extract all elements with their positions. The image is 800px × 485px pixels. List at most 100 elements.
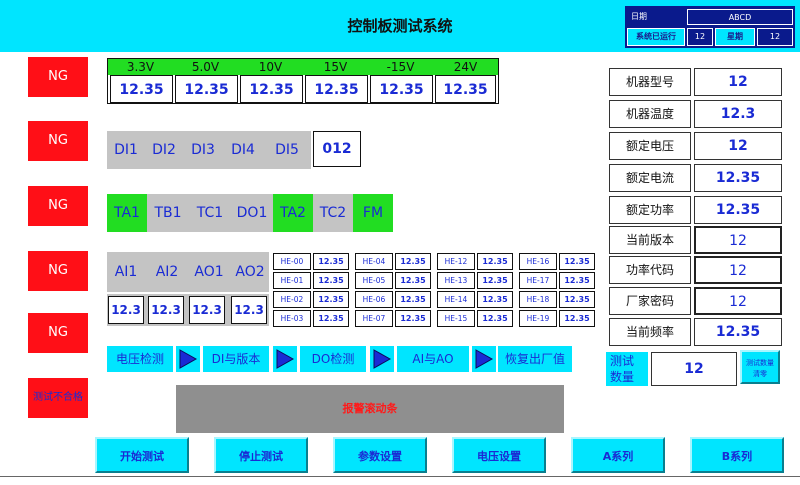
he-value: 12.35: [559, 272, 595, 289]
io-cell: DO1: [231, 194, 273, 232]
di-cell: DI1: [107, 131, 145, 169]
rated-voltage-value: 12: [694, 132, 782, 160]
vendor-password-label: 厂家密码: [609, 287, 691, 315]
ng-voltage-indicator: NG: [28, 57, 88, 97]
he-label: HE-19: [519, 310, 557, 327]
io-cell: TC2: [313, 194, 353, 232]
a-series-button[interactable]: A系列: [571, 437, 665, 473]
clear-count-button[interactable]: 测试数量清零: [740, 350, 780, 384]
runtime-label: 系统已运行: [627, 28, 685, 46]
ai-value: 12.3: [189, 296, 225, 324]
vendor-password-input[interactable]: 12: [694, 287, 782, 315]
bottom-divider: [0, 476, 800, 477]
model-value: 12: [694, 68, 782, 96]
rated-current-value: 12.35: [694, 164, 782, 192]
he-label: HE-03: [273, 310, 311, 327]
io-cell: FM: [353, 194, 393, 232]
di-cell: DI4: [223, 131, 263, 169]
model-label: 机器型号: [609, 68, 691, 96]
he-value: 12.35: [313, 310, 349, 327]
he-label: HE-02: [273, 291, 311, 308]
voltage-header: -15V: [368, 59, 433, 75]
start-test-button[interactable]: 开始测试: [95, 437, 189, 473]
he-label: HE-13: [437, 272, 475, 289]
ng-ai-indicator: NG: [28, 251, 88, 291]
he-label: HE-18: [519, 291, 557, 308]
he-value: 12.35: [559, 253, 595, 270]
he-value: 12.35: [477, 291, 513, 308]
voltage-header: 3.3V: [108, 59, 173, 75]
he-label: HE-16: [519, 253, 557, 270]
power-code-label: 功率代码: [609, 256, 691, 284]
ai-label: AO1: [194, 264, 224, 280]
date-label: 日期: [631, 12, 647, 21]
he-label: HE-07: [355, 310, 393, 327]
frequency-label: 当前频率: [609, 318, 691, 346]
ai-value: 12.3: [108, 296, 144, 324]
step-factory-reset[interactable]: 恢复出厂值: [498, 346, 572, 372]
runtime-value: 12: [687, 28, 713, 46]
rated-voltage-label: 额定电压: [609, 132, 691, 160]
io-cell: TB1: [147, 194, 189, 232]
he-label: HE-17: [519, 272, 557, 289]
step-di-version[interactable]: DI与版本: [203, 346, 269, 372]
step-do-check[interactable]: DO检测: [300, 346, 366, 372]
he-value: 12.35: [477, 272, 513, 289]
parameter-settings-button[interactable]: 参数设置: [333, 437, 427, 473]
arrow-right-icon: [370, 346, 394, 372]
week-value: 12: [757, 28, 793, 46]
ai-value: 12.3: [148, 296, 184, 324]
ai-value: 12.3: [231, 296, 267, 324]
di-cell: DI5: [263, 131, 311, 169]
arrow-right-icon: [472, 346, 496, 372]
voltage-value: 12.35: [175, 75, 238, 103]
io-cell: TA2: [273, 194, 313, 232]
he-label: HE-05: [355, 272, 393, 289]
info-panel: 日期 ABCD 系统已运行 12 星期 12: [625, 6, 795, 48]
voltage-value: 12.35: [110, 75, 173, 103]
ai-label: AO2: [235, 264, 265, 280]
ng-he-indicator: NG: [28, 313, 88, 353]
he-label: HE-01: [273, 272, 311, 289]
step-voltage-check[interactable]: 电压检测: [107, 346, 173, 372]
arrow-right-icon: [176, 346, 200, 372]
stop-test-button[interactable]: 停止测试: [214, 437, 308, 473]
voltage-value: 12.35: [370, 75, 433, 103]
he-value: 12.35: [395, 310, 431, 327]
voltage-value: 12.35: [435, 75, 496, 103]
temperature-label: 机器温度: [609, 100, 691, 128]
he-value: 12.35: [395, 253, 431, 270]
he-value: 12.35: [313, 253, 349, 270]
he-value: 12.35: [313, 291, 349, 308]
rated-power-value: 12.35: [694, 196, 782, 224]
io-cell: TC1: [189, 194, 231, 232]
test-count-value: 12: [651, 352, 737, 386]
temperature-value: 12.3: [694, 100, 782, 128]
di-cell: DI2: [145, 131, 183, 169]
version-label: 当前版本: [609, 226, 691, 254]
he-label: HE-12: [437, 253, 475, 270]
he-value: 12.35: [477, 253, 513, 270]
he-label: HE-04: [355, 253, 393, 270]
voltage-header: 10V: [238, 59, 303, 75]
test-count-label: 测试数量: [606, 352, 648, 386]
di-value: 012: [313, 131, 361, 167]
he-value: 12.35: [559, 291, 595, 308]
ng-do-indicator: NG: [28, 186, 88, 226]
di-cell: DI3: [183, 131, 223, 169]
b-series-button[interactable]: B系列: [690, 437, 784, 473]
step-ai-ao[interactable]: AI与AO: [397, 346, 469, 372]
voltage-value: 12.35: [305, 75, 368, 103]
voltage-settings-button[interactable]: 电压设置: [452, 437, 546, 473]
power-code-input[interactable]: 12: [694, 256, 782, 284]
voltage-header: 15V: [303, 59, 368, 75]
alarm-scroll-bar: 报警滚动条: [176, 385, 564, 433]
frequency-value: 12.35: [694, 318, 782, 346]
version-input[interactable]: 12: [694, 226, 782, 254]
he-value: 12.35: [313, 272, 349, 289]
he-value: 12.35: [559, 310, 595, 327]
he-value: 12.35: [395, 291, 431, 308]
he-label: HE-06: [355, 291, 393, 308]
he-value: 12.35: [395, 272, 431, 289]
test-failed-indicator: 测试不合格: [28, 378, 88, 418]
